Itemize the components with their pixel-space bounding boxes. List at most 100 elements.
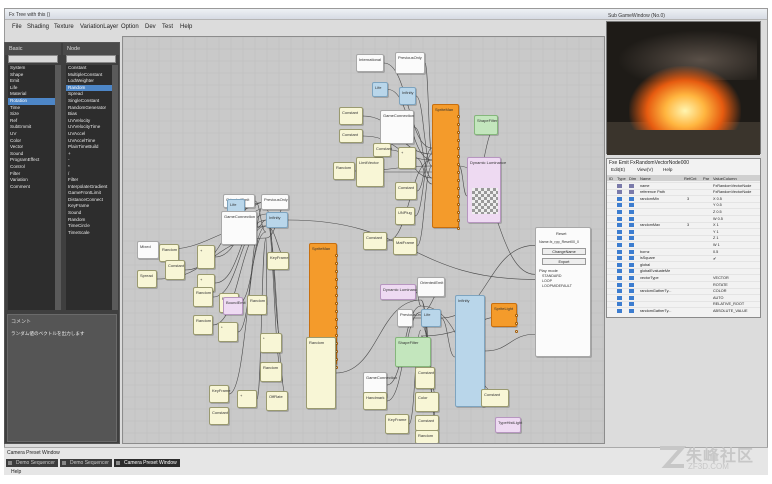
- node-item[interactable]: +: [66, 151, 112, 158]
- property-row[interactable]: RELATIVE_ROOT: [607, 301, 760, 307]
- graph-node[interactable]: PreviousOnly: [397, 309, 413, 327]
- output-port[interactable]: [335, 278, 338, 281]
- menu-dev[interactable]: Dev: [145, 24, 156, 30]
- property-value[interactable]: Y 0.5: [713, 203, 722, 207]
- property-row[interactable]: W 1: [607, 241, 760, 247]
- output-port[interactable]: [335, 326, 338, 329]
- graph-node[interactable]: Random: [306, 337, 336, 409]
- property-value[interactable]: Z 0.5: [713, 210, 722, 214]
- graph-node[interactable]: Constant: [481, 389, 509, 407]
- graph-node[interactable]: Life: [421, 309, 441, 327]
- basic-item[interactable]: Life: [8, 85, 55, 92]
- node-graph-canvas[interactable]: International PreviousOnly Life Infinity Spr…: [122, 36, 605, 444]
- basic-item[interactable]: Sound: [8, 151, 55, 158]
- output-port[interactable]: [457, 203, 460, 206]
- graph-node[interactable]: Constant: [339, 129, 363, 143]
- option-standard[interactable]: STANDARD: [542, 274, 562, 278]
- menu-variationlayer[interactable]: VariationLayer: [80, 24, 118, 30]
- property-row[interactable]: vectorType VECTOR: [607, 274, 760, 280]
- graph-node[interactable]: +: [398, 147, 416, 169]
- output-port[interactable]: [335, 310, 338, 313]
- basic-item[interactable]: Shape: [8, 72, 55, 79]
- basic-item[interactable]: Material: [8, 91, 55, 98]
- node-item[interactable]: Bias: [66, 111, 112, 118]
- node-item[interactable]: TimeCircle: [66, 223, 112, 230]
- graph-node[interactable]: LimitVector: [356, 157, 384, 187]
- output-port[interactable]: [515, 322, 518, 325]
- graph-node[interactable]: Dynamic Luminance: [380, 284, 416, 300]
- graph-node[interactable]: SpriteLight: [491, 303, 517, 327]
- property-value[interactable]: W 1: [713, 243, 720, 247]
- graph-node[interactable]: PreviousOnly: [261, 194, 289, 210]
- menu-option[interactable]: Option: [121, 24, 139, 30]
- node-item[interactable]: InterpolateGradient: [66, 184, 112, 191]
- output-port[interactable]: [457, 139, 460, 142]
- graph-node[interactable]: ShapeFilter: [395, 337, 431, 367]
- output-port[interactable]: [335, 254, 338, 257]
- graph-node[interactable]: Color: [415, 392, 439, 412]
- basic-item[interactable]: Size: [8, 111, 55, 118]
- output-port[interactable]: [457, 227, 460, 230]
- graph-node[interactable]: Handmark: [363, 392, 387, 410]
- graph-node[interactable]: *: [218, 322, 238, 342]
- basic-filter-dropdown[interactable]: [8, 55, 58, 63]
- graph-node[interactable]: Constant: [395, 182, 417, 200]
- node-item[interactable]: DistanceConnect: [66, 197, 112, 204]
- node-scrollbar[interactable]: [112, 65, 118, 310]
- basic-item[interactable]: System: [8, 65, 55, 72]
- graph-node[interactable]: OrientedEmit: [417, 277, 445, 297]
- output-port[interactable]: [335, 286, 338, 289]
- graph-node[interactable]: PreviousOnly: [395, 52, 425, 74]
- menu-help[interactable]: Help: [180, 24, 192, 30]
- property-row[interactable]: globalEvaluateMe: [607, 268, 760, 274]
- graph-node[interactable]: Spread: [137, 270, 157, 288]
- property-value[interactable]: Y 1: [713, 230, 719, 234]
- graph-node[interactable]: TypeHistLight: [495, 417, 521, 433]
- output-port[interactable]: [457, 147, 460, 150]
- node-item[interactable]: *: [66, 164, 112, 171]
- node-item[interactable]: Spread: [66, 91, 112, 98]
- node-item[interactable]: KeyFrame: [66, 203, 112, 210]
- props-menu-help[interactable]: Help: [663, 167, 672, 172]
- property-row[interactable]: randomMin 3 X 0.5: [607, 195, 760, 201]
- graph-node[interactable]: SpriteMan: [432, 104, 459, 228]
- node-item[interactable]: PlainTimeBuild: [66, 144, 112, 151]
- graph-node[interactable]: Constant: [373, 143, 391, 157]
- property-row[interactable]: global: [607, 261, 760, 267]
- node-item[interactable]: Sound: [66, 210, 112, 217]
- property-row[interactable]: Z 0.5: [607, 208, 760, 214]
- output-port[interactable]: [457, 179, 460, 182]
- node-item[interactable]: MultipleConstant: [66, 72, 112, 79]
- graph-node[interactable]: Constant: [415, 415, 439, 431]
- graph-node[interactable]: Mixed: [137, 241, 159, 259]
- property-value[interactable]: ABSOLUTE_VALUE: [713, 309, 748, 313]
- option-loop[interactable]: LOOP: [542, 279, 552, 283]
- output-port[interactable]: [457, 131, 460, 134]
- property-row[interactable]: W 0.5: [607, 215, 760, 221]
- output-port[interactable]: [335, 334, 338, 337]
- tab-demo-sequencer-2[interactable]: Demo Sequencer: [60, 459, 112, 467]
- property-value[interactable]: RELATIVE_ROOT: [713, 302, 744, 306]
- output-port[interactable]: [457, 195, 460, 198]
- graph-node[interactable]: +: [237, 390, 257, 408]
- output-port[interactable]: [335, 270, 338, 273]
- property-row[interactable]: Y 1: [607, 228, 760, 234]
- property-row[interactable]: randomMax 3 X 1: [607, 222, 760, 228]
- property-value[interactable]: W 0.5: [713, 217, 723, 221]
- menu-shading[interactable]: Shading: [27, 24, 49, 30]
- graph-node[interactable]: BoundEmit: [223, 297, 243, 315]
- reset-node-panel[interactable]: Reset Name.fx_rpp_Reset00_0 ChangeName E…: [535, 227, 591, 357]
- output-port[interactable]: [457, 123, 460, 126]
- output-port[interactable]: [515, 314, 518, 317]
- menu-test[interactable]: Test: [162, 24, 173, 30]
- output-port[interactable]: [457, 211, 460, 214]
- basic-item[interactable]: Vector: [8, 144, 55, 151]
- node-item[interactable]: Filter: [66, 177, 112, 184]
- basic-scrollbar[interactable]: [55, 65, 61, 310]
- graph-node[interactable]: KeyFrame: [209, 385, 229, 403]
- menu-file[interactable]: File: [12, 24, 22, 30]
- node-item[interactable]: Random: [66, 85, 112, 92]
- graph-node[interactable]: +: [197, 245, 215, 269]
- property-value[interactable]: FxRandomVectorNode: [713, 190, 751, 194]
- output-port[interactable]: [515, 330, 518, 333]
